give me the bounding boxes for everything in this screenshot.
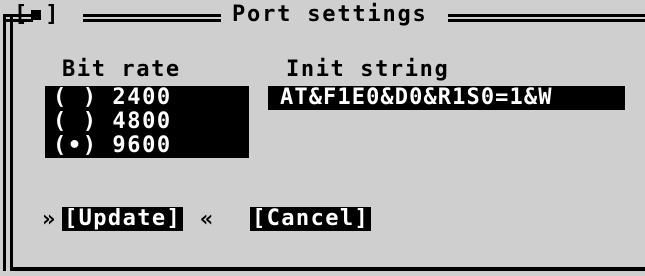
cancel-button[interactable]: [Cancel] xyxy=(250,207,372,231)
close-icon xyxy=(31,10,42,20)
dialog-border-top-mid xyxy=(83,14,221,22)
init-string-input[interactable]: AT&F1E0&D0&R1S0=1&W xyxy=(268,86,625,110)
radio-2400[interactable]: ( ) 2400 xyxy=(45,86,249,110)
dialog-border-top-right xyxy=(448,14,645,22)
bit-rate-radio-group: ( ) 2400 ( ) 4800 (•) 9600 xyxy=(45,86,249,158)
dialog-title: Port settings xyxy=(228,3,432,27)
radio-9600[interactable]: (•) 9600 xyxy=(45,134,249,158)
focus-left-marker: » xyxy=(42,207,56,232)
init-string-label: Init string xyxy=(286,57,450,82)
radio-4800[interactable]: ( ) 4800 xyxy=(45,110,249,134)
bit-rate-label: Bit rate xyxy=(62,57,181,82)
focus-right-marker: « xyxy=(200,207,214,232)
dialog-border-left xyxy=(3,14,13,271)
dialog-border-bottom xyxy=(10,267,645,271)
close-button[interactable]: [] xyxy=(14,3,59,27)
port-settings-dialog: [] Port settings Bit rate ( ) 2400 ( ) 4… xyxy=(0,0,645,276)
field-cursor-marker: < xyxy=(228,85,242,110)
update-button[interactable]: [Update] xyxy=(62,207,184,231)
